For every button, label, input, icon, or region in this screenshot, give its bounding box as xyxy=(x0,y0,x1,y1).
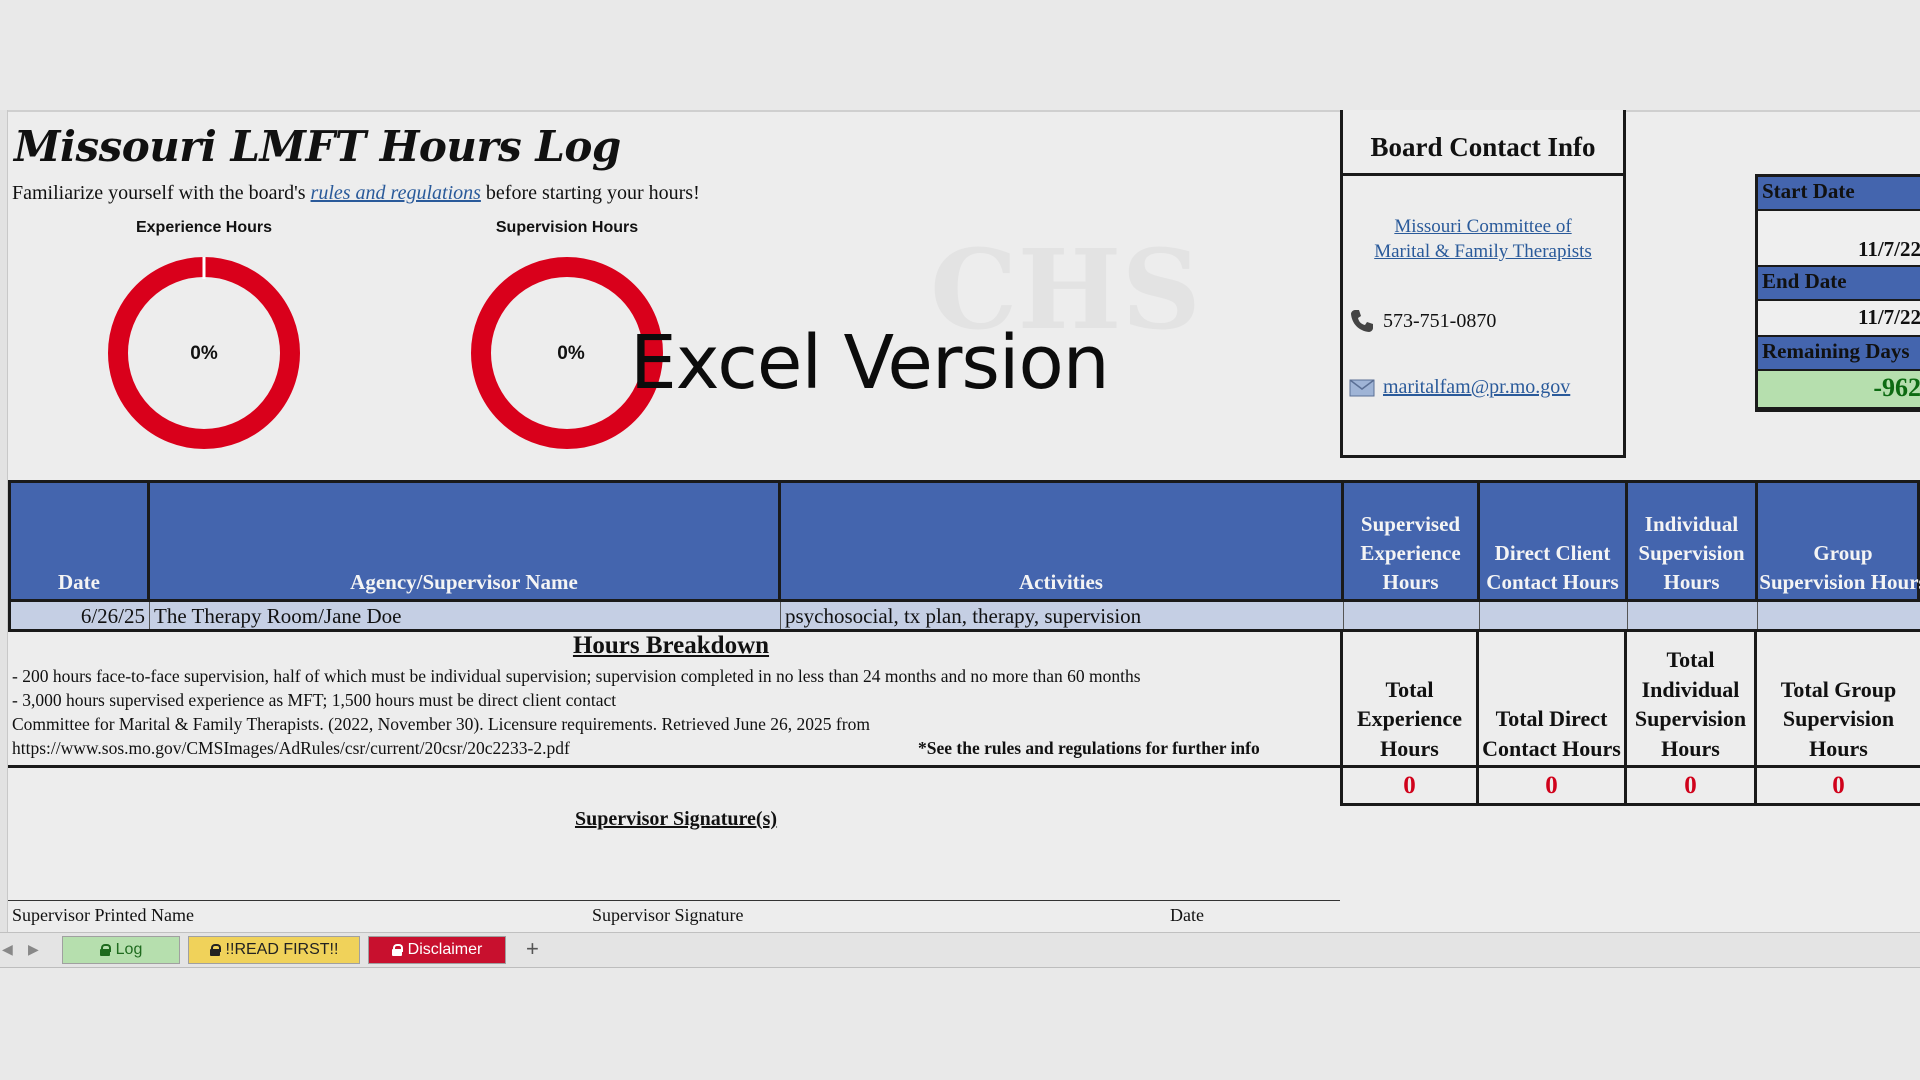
row-direct[interactable] xyxy=(1480,602,1628,629)
lower-background xyxy=(0,968,1920,1080)
breakdown-note: *See the rules and regulations for furth… xyxy=(918,738,1260,758)
row-date[interactable]: 6/26/25 xyxy=(11,602,150,629)
col-header-supervised[interactable]: Supervised Experience Hours xyxy=(1344,483,1480,599)
lock-icon xyxy=(391,944,403,956)
total-group-value[interactable]: 0 xyxy=(1754,768,1920,803)
committee-link-line1[interactable]: Missouri Committee of xyxy=(1343,214,1623,239)
breakdown-line-2: - 3,000 hours supervised experience as M… xyxy=(12,690,617,710)
sheet-tab-bar: ◀ ▶ Log !!READ FIRST!! Disclaimer + xyxy=(0,932,1920,968)
tab-read-first[interactable]: !!READ FIRST!! xyxy=(188,936,360,964)
col-header-direct[interactable]: Direct Client Contact Hours xyxy=(1480,483,1628,599)
breakdown-line-3: Committee for Marital & Family Therapist… xyxy=(12,714,870,734)
signature-line xyxy=(8,900,1340,901)
phone-icon xyxy=(1351,310,1373,332)
total-direct-label: Total Direct Contact Hours xyxy=(1476,632,1624,765)
intro-after: before starting your hours! xyxy=(480,182,700,204)
tab-read-first-label: !!READ FIRST!! xyxy=(225,941,339,958)
total-direct-value[interactable]: 0 xyxy=(1476,768,1624,803)
row-individual[interactable] xyxy=(1628,602,1758,629)
sheet-title: Missouri LMFT Hours Log xyxy=(14,122,621,171)
board-contact-box: Board Contact Info Missouri Committee of… xyxy=(1340,110,1626,458)
breakdown-url: https://www.sos.mo.gov/CMSImages/AdRules… xyxy=(12,738,570,758)
add-sheet-button[interactable]: + xyxy=(526,936,539,962)
total-individual-value[interactable]: 0 xyxy=(1624,768,1754,803)
col-header-agency[interactable]: Agency/Supervisor Name xyxy=(150,483,781,599)
intro-before: Familiarize yourself with the board's xyxy=(12,182,311,204)
committee-link[interactable]: Missouri Committee of Marital & Family T… xyxy=(1343,214,1623,264)
col-header-individual[interactable]: Individual Supervision Hours xyxy=(1628,483,1758,599)
supervision-chart-title: Supervision Hours xyxy=(495,219,639,236)
tab-scroll-right-icon[interactable]: ▶ xyxy=(28,941,39,958)
signature-date-label: Date xyxy=(1170,905,1204,925)
col-header-activities[interactable]: Activities xyxy=(781,483,1344,599)
experience-chart-title: Experience Hours xyxy=(135,219,273,236)
tab-log[interactable]: Log xyxy=(62,936,180,964)
email-link[interactable]: maritalfam@pr.mo.gov xyxy=(1383,376,1570,399)
totals-values: 0 0 0 0 xyxy=(1340,768,1920,806)
experience-percent: 0% xyxy=(190,343,218,364)
end-date-value[interactable]: 11/7/22 xyxy=(1758,301,1920,337)
end-date-label: End Date xyxy=(1758,267,1920,301)
totals-labels: Total Experience Hours Total Direct Cont… xyxy=(1340,632,1920,768)
col-header-date[interactable]: Date xyxy=(11,483,150,599)
phone-number: 573-751-0870 xyxy=(1383,309,1497,332)
lock-icon xyxy=(99,944,111,956)
supervisor-printed-name-label: Supervisor Printed Name xyxy=(12,905,194,925)
tab-log-label: Log xyxy=(115,941,143,958)
row-supervised[interactable] xyxy=(1344,602,1480,629)
supervisor-signature-title: Supervisor Signature(s) xyxy=(574,808,778,830)
row-group[interactable] xyxy=(1758,602,1920,629)
lock-icon xyxy=(209,944,221,956)
row-activities[interactable]: psychosocial, tx plan, therapy, supervis… xyxy=(781,602,1344,629)
table-row: 6/26/25 The Therapy Room/Jane Doe psycho… xyxy=(8,602,1920,632)
breakdown-line-1: - 200 hours face-to-face supervision, ha… xyxy=(12,666,1141,686)
rules-link[interactable]: rules and regulations xyxy=(311,182,481,204)
row-header-gutter[interactable] xyxy=(0,110,8,932)
start-date-label: Start Date xyxy=(1758,177,1920,211)
col-header-group[interactable]: Group Supervision Hours xyxy=(1758,483,1920,599)
hours-breakdown-title: Hours Breakdown xyxy=(572,632,770,659)
tab-disclaimer[interactable]: Disclaimer xyxy=(368,936,506,964)
phone-row: 573-751-0870 xyxy=(1349,308,1496,334)
date-tracker: Start Date 11/7/22 End Date 11/7/22 Rema… xyxy=(1755,174,1920,412)
intro-text: Familiarize yourself with the board's ru… xyxy=(12,182,700,205)
email-row: maritalfam@pr.mo.gov xyxy=(1349,376,1570,399)
excel-version-overlay: Excel Version xyxy=(630,320,1110,406)
tab-scroll-left-icon[interactable]: ◀ xyxy=(2,941,13,958)
log-table-header: Date Agency/Supervisor Name Activities S… xyxy=(8,480,1920,602)
total-experience-value[interactable]: 0 xyxy=(1340,768,1476,803)
tab-disclaimer-label: Disclaimer xyxy=(407,941,483,958)
supervision-percent: 0% xyxy=(557,343,585,364)
total-group-label: Total Group Supervision Hours xyxy=(1754,632,1920,765)
total-individual-label: Total Individual Supervision Hours xyxy=(1624,632,1754,765)
total-experience-label: Total Experience Hours xyxy=(1340,632,1476,765)
remaining-days-value[interactable]: -962 xyxy=(1758,371,1920,409)
start-date-value[interactable]: 11/7/22 xyxy=(1758,211,1920,267)
row-agency[interactable]: The Therapy Room/Jane Doe xyxy=(150,602,781,629)
email-icon xyxy=(1349,378,1375,396)
supervisor-signature-label: Supervisor Signature xyxy=(592,905,744,925)
remaining-days-label: Remaining Days xyxy=(1758,337,1920,371)
board-contact-header: Board Contact Info xyxy=(1343,110,1623,176)
committee-link-line2[interactable]: Marital & Family Therapists xyxy=(1343,239,1623,264)
